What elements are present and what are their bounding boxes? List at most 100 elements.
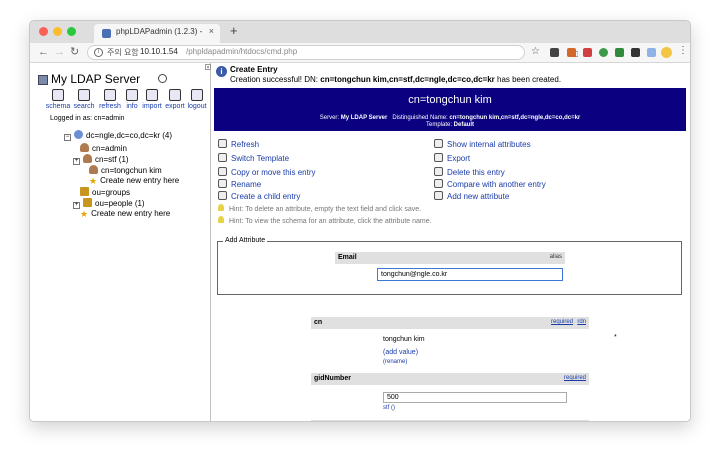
logout-icon — [191, 89, 203, 101]
expand-icon[interactable]: + — [73, 158, 80, 165]
email-label[interactable]: Email — [338, 254, 357, 261]
givenname-attribute-header: givenName — [311, 420, 589, 421]
menu-kebab-icon[interactable]: ⋮ — [678, 45, 688, 56]
search-icon — [78, 89, 90, 101]
hint-delete: Hint: To delete an attribute, empty the … — [218, 204, 421, 213]
gidnumber-input[interactable]: 500 — [383, 392, 567, 403]
url-host: 10.10.1.54 — [140, 47, 178, 56]
tools-icon — [434, 139, 443, 148]
add-attribute-link[interactable]: Add new attribute — [434, 191, 509, 201]
browser-window: phpLDAPadmin (1.2.3) - × + ← → ↻ i 주의 요함… — [29, 20, 691, 422]
folder-icon — [83, 198, 92, 207]
entry-meta: Server: My LDAP Server Distinguished Nam… — [319, 115, 581, 121]
export-icon — [434, 153, 443, 162]
import-icon — [146, 89, 158, 101]
profile-avatar[interactable] — [661, 47, 672, 58]
extension-icon[interactable] — [615, 48, 624, 57]
logout-button[interactable]: logout — [181, 89, 213, 110]
favicon-icon — [102, 29, 111, 38]
hint-schema: Hint: To view the schema for an attribut… — [218, 216, 432, 225]
extension-icon[interactable] — [647, 48, 656, 57]
info-icon: i — [216, 66, 227, 77]
tree-node-tongchun[interactable]: cn=tongchun kim — [89, 165, 162, 175]
required-tag[interactable]: required — [551, 319, 573, 325]
expand-icon[interactable]: + — [73, 202, 80, 209]
gidnumber-group-link[interactable]: stf () — [383, 405, 395, 411]
tree-node-people[interactable]: + ou=people (1) — [73, 198, 145, 209]
cn-attribute-name[interactable]: cn — [314, 319, 322, 326]
email-attribute-header: Email alias — [335, 252, 565, 264]
rdn-tag[interactable]: rdn — [577, 319, 586, 325]
address-bar[interactable]: i 주의 요함 10.10.1.54 /phpldapadmin/htdocs/… — [87, 45, 578, 60]
rename-small-link[interactable]: (rename) — [383, 359, 407, 365]
entry-panel: i Create Entry Creation successful! DN: … — [212, 63, 690, 421]
person-icon — [80, 143, 89, 152]
refresh-icon — [218, 139, 227, 148]
folder-icon — [80, 187, 89, 196]
server-title[interactable]: My LDAP Server — [51, 72, 140, 86]
lightbulb-icon — [218, 216, 224, 223]
server-icon — [38, 75, 48, 85]
compare-icon — [434, 179, 443, 188]
copy-move-link[interactable]: Copy or move this entry — [218, 167, 315, 177]
url-path: /phpldapadmin/htdocs/cmd.php — [186, 47, 298, 56]
tree-node-root[interactable]: − dc=ngle,dc=co,dc=kr (4) — [64, 130, 172, 141]
tab-title: phpLDAPadmin (1.2.3) - — [116, 27, 203, 36]
add-value-link[interactable]: (add value) — [383, 349, 418, 356]
screen: phpLDAPadmin (1.2.3) - × + ← → ↻ i 주의 요함… — [0, 0, 720, 460]
lightbulb-icon — [218, 204, 224, 211]
back-icon[interactable]: ← — [38, 45, 49, 59]
required-tag[interactable]: required — [564, 375, 586, 381]
email-input[interactable] — [377, 268, 563, 281]
refresh-link[interactable]: Refresh — [218, 139, 259, 149]
tree-create-entry-root[interactable]: ★ Create new entry here — [80, 209, 170, 220]
extension-icon[interactable] — [631, 48, 640, 57]
cn-value[interactable]: tongchun kim — [383, 336, 425, 343]
delete-entry-link[interactable]: Delete this entry — [434, 167, 505, 177]
required-star: * — [614, 334, 617, 341]
gidnumber-attribute-header: gidNumber required — [311, 373, 589, 385]
entry-title: cn=tongchun kim — [408, 94, 492, 106]
collapse-icon[interactable]: − — [64, 134, 71, 141]
tab-close-icon[interactable]: × — [209, 26, 214, 36]
logged-in-text: Logged in as: cn=admin — [50, 115, 125, 122]
window-maximize-button[interactable] — [67, 27, 76, 36]
collapse-frame-icon[interactable]: × — [205, 64, 211, 71]
template-icon — [218, 153, 227, 162]
rename-icon — [218, 179, 227, 188]
export-link[interactable]: Export — [434, 153, 470, 163]
compare-entry-link[interactable]: Compare with another entry — [434, 179, 546, 189]
extension-icon[interactable] — [583, 48, 592, 57]
new-tab-button[interactable]: + — [230, 24, 238, 38]
info-icon[interactable]: i — [94, 48, 103, 57]
extension-icon[interactable] — [550, 48, 559, 57]
group-icon — [83, 154, 92, 163]
export-icon — [169, 89, 181, 101]
page-content: × My LDAP Server schema search refresh i… — [30, 63, 690, 421]
extension-icon[interactable] — [567, 48, 576, 57]
person-icon — [89, 165, 98, 174]
tree-create-entry-stf[interactable]: ★ Create new entry here — [89, 176, 179, 187]
tree-node-stf[interactable]: + cn=stf (1) — [73, 154, 129, 165]
rename-link[interactable]: Rename — [218, 179, 261, 189]
switch-template-link[interactable]: Switch Template — [218, 153, 289, 163]
forward-icon[interactable]: → — [54, 45, 65, 59]
tree-node-admin[interactable]: cn=admin — [80, 143, 127, 153]
window-close-button[interactable] — [39, 27, 48, 36]
browser-toolbar: ← → ↻ i 주의 요함 10.10.1.54 /phpldapadmin/h… — [30, 43, 690, 63]
refresh-icon — [104, 89, 116, 101]
bookmark-star-icon[interactable]: ☆ — [531, 46, 540, 57]
ldap-tree-sidebar: × My LDAP Server schema search refresh i… — [30, 63, 211, 421]
browser-tab[interactable]: phpLDAPadmin (1.2.3) - × — [94, 24, 220, 43]
message-title: Create Entry — [230, 65, 278, 74]
tree-node-groups[interactable]: ou=groups — [80, 187, 130, 197]
reload-icon[interactable]: ↻ — [70, 45, 79, 59]
create-child-link[interactable]: Create a child entry — [218, 191, 300, 201]
gidnumber-attribute-name[interactable]: gidNumber — [314, 375, 351, 382]
star-icon: ★ — [80, 209, 89, 219]
add-attribute-legend: Add Attribute — [223, 237, 268, 244]
tab-strip: phpLDAPadmin (1.2.3) - × + — [30, 21, 690, 43]
show-internal-attributes-link[interactable]: Show internal attributes — [434, 139, 531, 149]
extension-icon[interactable] — [599, 48, 608, 57]
window-minimize-button[interactable] — [53, 27, 62, 36]
